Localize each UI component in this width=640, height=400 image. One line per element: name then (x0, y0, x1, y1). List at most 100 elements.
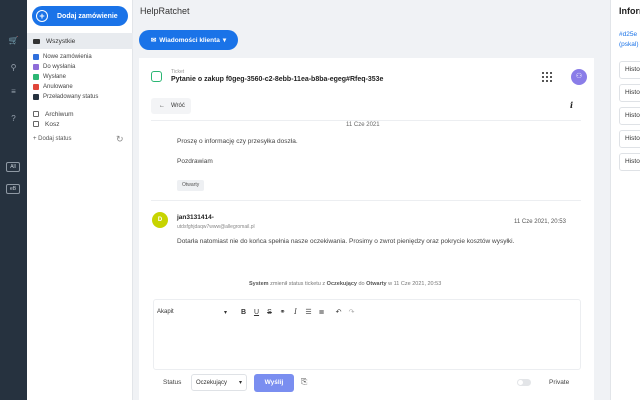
add-order-button[interactable]: + Dodaj zamówienie (32, 6, 128, 26)
sidebar-item-status[interactable]: Wysłane (33, 72, 98, 82)
sidebar-item-trash[interactable]: Kosz (33, 119, 74, 129)
message-date: 11 Cze 2021, 20:53 (514, 219, 566, 225)
info-icon[interactable]: i (570, 100, 573, 110)
ticket-label: Ticket (171, 69, 185, 75)
strikethrough-icon[interactable]: S (263, 309, 276, 316)
customer-messages-label: Wiadomości klienta (159, 36, 220, 44)
history-button[interactable]: Historia (619, 61, 640, 79)
history-button[interactable]: Historia (619, 130, 640, 148)
archive-icon (33, 111, 39, 117)
status-color-icon (33, 84, 39, 90)
status-label: Nowe zamówienia (43, 54, 92, 60)
sender-email: utdsfghjdaqw7www@allegromail.pl (177, 224, 255, 230)
status-color-icon (33, 64, 39, 70)
sidebar: + Dodaj zamówienie Wszystkie Nowe zamówi… (27, 0, 133, 400)
status-label: Do wysłania (43, 64, 76, 70)
archive-list: Archiwum Kosz (33, 109, 74, 129)
undo-icon[interactable]: ↶ (332, 308, 345, 316)
link-icon[interactable]: ⚭ (276, 308, 289, 316)
ticket-panel: Ticket Pytanie o zakup f0geg-3560-c2-8eb… (139, 58, 594, 400)
private-label: Private (549, 379, 570, 386)
add-status-link[interactable]: + Dodaj status (33, 136, 72, 142)
status-list: Nowe zamówienia Do wysłania Wysłane Anul… (33, 52, 98, 102)
status-color-icon (33, 94, 39, 100)
message-text: Dotarła natomiast nie do końca spełnia n… (177, 238, 515, 245)
help-icon[interactable]: ? (7, 113, 20, 124)
database-icon[interactable]: ≡ (7, 86, 20, 97)
info-panel: Informacje #d25e (pskal) Historia Histor… (610, 0, 640, 400)
app-title: HelpRatchet (140, 6, 190, 16)
status-badge: Otwarty (177, 180, 205, 191)
status-from: Oczekujący (326, 281, 357, 287)
divider (151, 120, 581, 121)
chevron-down-icon: ▾ (238, 380, 242, 386)
mail-icon: ✉ (150, 37, 157, 44)
back-label: Wróć (171, 103, 185, 109)
chevron-down-icon: ▾ (222, 37, 227, 44)
sidebar-item-all[interactable]: Wszystkie (27, 33, 133, 49)
order-link[interactable]: #d25e (619, 31, 637, 38)
inbox-icon (33, 38, 40, 44)
status-label: Przeładowany status (43, 94, 99, 100)
user-avatar[interactable]: ⚇ (571, 69, 587, 85)
add-order-label: Dodaj zamówienie (57, 12, 118, 20)
status-color-icon (33, 74, 39, 80)
status-select-value: Oczekujący (196, 379, 228, 386)
private-toggle[interactable] (517, 379, 531, 386)
underline-icon[interactable]: U (250, 309, 263, 316)
sidebar-item-status[interactable]: Anulowane (33, 82, 98, 92)
sidebar-item-status[interactable]: Przeładowany status (33, 92, 98, 102)
status-label: Anulowane (43, 84, 73, 90)
status-label: Wysłane (43, 74, 66, 80)
customer-messages-button[interactable]: ✉ Wiadomości klienta ▾ (139, 30, 238, 50)
arrow-left-icon: ← (159, 103, 165, 109)
message-signature: Pozdrawiam (177, 158, 213, 165)
sidebar-item-status[interactable]: Do wysłania (33, 62, 98, 72)
cart-icon[interactable]: 🛒 (7, 35, 20, 46)
history-button[interactable]: Historia (619, 84, 640, 102)
system-actor: System (249, 281, 269, 287)
refresh-icon[interactable]: ↻ (116, 134, 124, 145)
paragraph-style-select[interactable]: Akapit ▾ (157, 309, 227, 316)
back-button[interactable]: ← Wróć (151, 98, 191, 114)
redo-icon[interactable]: ↷ (345, 308, 358, 316)
ticket-icon (151, 71, 162, 82)
history-button[interactable]: Historia (619, 107, 640, 125)
sidebar-item-status[interactable]: Nowe zamówienia (33, 52, 98, 62)
history-button[interactable]: Historia (619, 153, 640, 171)
rail-badge-eb[interactable]: eB (6, 184, 20, 194)
message-date: 11 Cze 2021 (346, 122, 380, 128)
sender-avatar: D (152, 212, 168, 228)
italic-icon[interactable]: I (289, 308, 302, 316)
divider (151, 200, 581, 201)
system-text: do (358, 281, 365, 287)
plug-icon[interactable]: ⚲ (7, 62, 20, 73)
bulleted-list-icon[interactable]: ≣ (315, 308, 328, 316)
apps-grid-icon[interactable] (542, 72, 552, 82)
rail-badge-all[interactable]: All (6, 162, 20, 172)
chevron-down-icon: ▾ (223, 309, 227, 316)
status-color-icon (33, 54, 39, 60)
trash-icon (33, 121, 39, 127)
sidebar-item-label: Wszystkie (46, 37, 76, 45)
editor-toolbar: Akapit ▾ B U S ⚭ I ☰ ≣ ↶ ↷ (157, 308, 358, 316)
paragraph-style-value: Akapit (157, 308, 174, 315)
status-label: Status (163, 379, 182, 386)
numbered-list-icon[interactable]: ☰ (302, 308, 315, 316)
ticket-title: Pytanie o zakup f0geg-3560-c2-8ebb-11ea-… (171, 76, 384, 83)
plus-icon: + (36, 10, 48, 22)
status-to: Otwarty (366, 281, 387, 287)
status-select[interactable]: Oczekujący ▾ (191, 374, 247, 391)
send-button[interactable]: Wyślij (254, 374, 294, 392)
system-event: System zmienił status ticketu z Oczekują… (249, 281, 441, 287)
sender-name: jan3131414- (177, 214, 214, 221)
app-rail: 🛒 ⚲ ≡ ? All eB (0, 0, 27, 400)
archive-label: Archiwum (45, 110, 74, 118)
sidebar-item-archive[interactable]: Archiwum (33, 109, 74, 119)
bold-icon[interactable]: B (237, 309, 250, 316)
order-link[interactable]: (pskal) (619, 41, 639, 48)
info-panel-title: Informacje (619, 6, 640, 16)
message-text: Proszę o informację czy przesyłka doszła… (177, 138, 298, 145)
attachment-icon[interactable]: ⎘ (301, 377, 307, 387)
system-text: zmienił status ticketu z (270, 281, 326, 287)
